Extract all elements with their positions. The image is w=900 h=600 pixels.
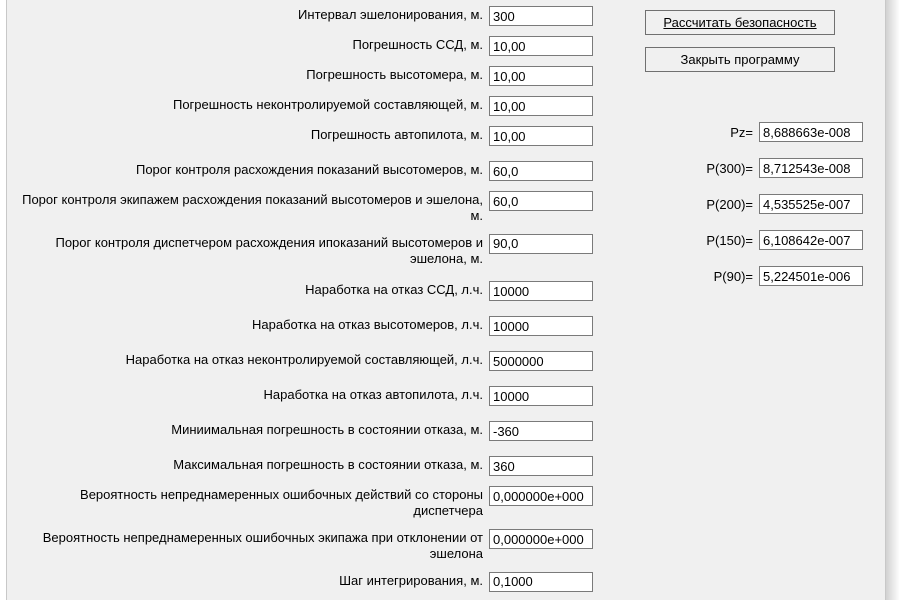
result-row: Pz=8,688663e-008 <box>605 122 875 142</box>
close-button[interactable]: Закрыть программу <box>645 47 835 72</box>
form-row: Наработка на отказ неконтролируемой сост… <box>7 351 885 371</box>
result-label: P(90)= <box>605 269 759 284</box>
result-value: 6,108642e-007 <box>759 230 863 250</box>
field-input[interactable] <box>489 386 593 406</box>
form-row: Миниимальная погрешность в состоянии отк… <box>7 421 885 441</box>
field-input[interactable] <box>489 161 593 181</box>
form-row: Наработка на отказ автопилота, л.ч. <box>7 386 885 406</box>
content-area: Интервал эшелонирования, м. Погрешность С… <box>7 0 885 600</box>
field-input[interactable] <box>489 36 593 56</box>
field-label: Наработка на отказ автопилота, л.ч. <box>7 386 489 403</box>
field-label: Погрешность высотомера, м. <box>7 66 489 83</box>
field-label: Миниимальная погрешность в состоянии отк… <box>7 421 489 438</box>
field-input[interactable] <box>489 486 593 506</box>
right-column: Рассчитать безопасность Закрыть программ… <box>605 10 875 302</box>
field-input[interactable] <box>489 572 593 592</box>
result-row: P(90)=5,224501e-006 <box>605 266 875 286</box>
result-value: 8,712543e-008 <box>759 158 863 178</box>
field-input[interactable] <box>489 316 593 336</box>
field-input[interactable] <box>489 126 593 146</box>
form-row: Вероятность непреднамеренных ошибочных д… <box>7 486 885 519</box>
field-label: Вероятность непреднамеренных ошибочных э… <box>7 529 489 562</box>
field-label: Погрешность ССД, м. <box>7 36 489 53</box>
field-label: Порог контроля экипажем расхождения пока… <box>7 191 489 224</box>
result-label: P(200)= <box>605 197 759 212</box>
form-row: Наработка на отказ высотомеров, л.ч. <box>7 316 885 336</box>
result-label: P(150)= <box>605 233 759 248</box>
field-input[interactable] <box>489 234 593 254</box>
field-label: Шаг интегрирования, м. <box>7 572 489 589</box>
calculate-button[interactable]: Рассчитать безопасность <box>645 10 835 35</box>
field-label: Погрешность автопилота, м. <box>7 126 489 143</box>
result-label: Pz= <box>605 125 759 140</box>
field-label: Порог контроля диспетчером расхождения и… <box>7 234 489 267</box>
results-box: Pz=8,688663e-008 P(300)=8,712543e-008 P(20… <box>605 122 875 286</box>
field-input[interactable] <box>489 351 593 371</box>
field-label: Вероятность непреднамеренных ошибочных д… <box>7 486 489 519</box>
form-row: Шаг интегрирования, м. <box>7 572 885 592</box>
field-input[interactable] <box>489 66 593 86</box>
field-label: Наработка на отказ неконтролируемой сост… <box>7 351 489 368</box>
field-label: Наработка на отказ ССД, л.ч. <box>7 281 489 298</box>
app-frame: Интервал эшелонирования, м. Погрешность С… <box>6 0 886 600</box>
result-value: 4,535525e-007 <box>759 194 863 214</box>
form-row: Максимальная погрешность в состоянии отк… <box>7 456 885 476</box>
field-input[interactable] <box>489 191 593 211</box>
result-label: P(300)= <box>605 161 759 176</box>
form-row: Вероятность непреднамеренных ошибочных э… <box>7 529 885 562</box>
field-label: Порог контроля расхождения показаний выс… <box>7 161 489 178</box>
field-label: Интервал эшелонирования, м. <box>7 6 489 23</box>
result-row: P(200)=4,535525e-007 <box>605 194 875 214</box>
field-label: Максимальная погрешность в состоянии отк… <box>7 456 489 473</box>
field-input[interactable] <box>489 529 593 549</box>
field-input[interactable] <box>489 6 593 26</box>
result-row: P(300)=8,712543e-008 <box>605 158 875 178</box>
field-input[interactable] <box>489 96 593 116</box>
field-input[interactable] <box>489 456 593 476</box>
window-shadow <box>886 0 900 600</box>
field-input[interactable] <box>489 421 593 441</box>
result-value: 5,224501e-006 <box>759 266 863 286</box>
result-value: 8,688663e-008 <box>759 122 863 142</box>
field-label: Наработка на отказ высотомеров, л.ч. <box>7 316 489 333</box>
field-label: Погрешность неконтролируемой составляюще… <box>7 96 489 113</box>
field-input[interactable] <box>489 281 593 301</box>
result-row: P(150)=6,108642e-007 <box>605 230 875 250</box>
